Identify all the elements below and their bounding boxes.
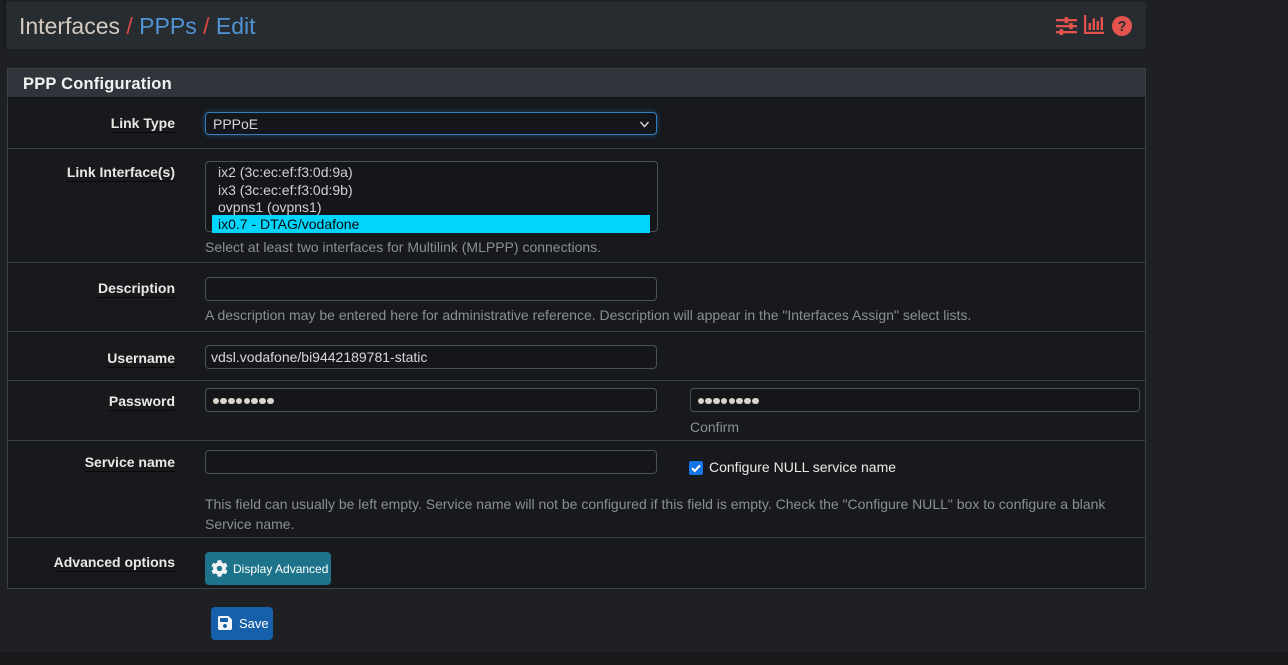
svg-text:?: ? [1118,19,1127,35]
